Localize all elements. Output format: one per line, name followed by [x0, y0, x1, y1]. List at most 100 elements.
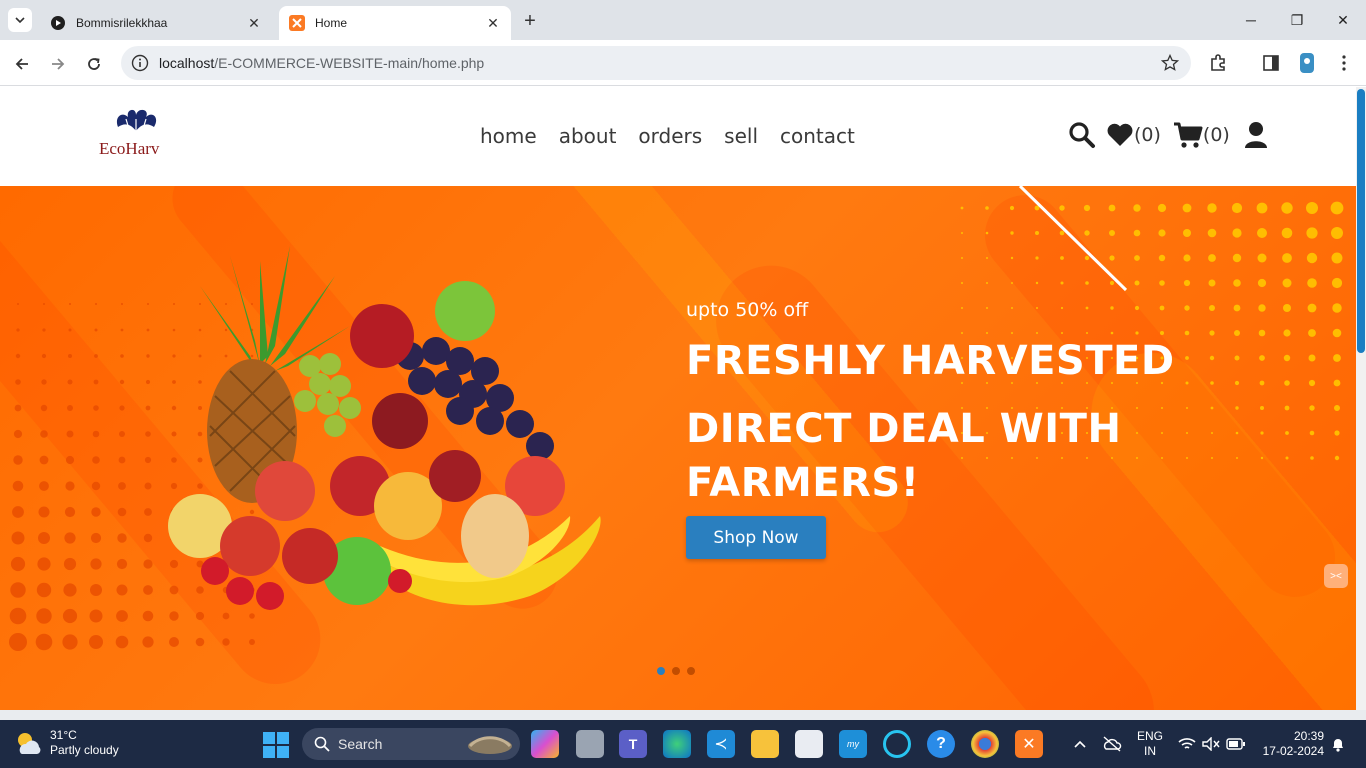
volume-muted-icon[interactable]: [1202, 737, 1220, 751]
reload-icon: [88, 58, 100, 70]
close-window-button[interactable]: ✕: [1320, 6, 1366, 34]
lang-line2: IN: [1144, 744, 1156, 758]
help-app-icon[interactable]: ?: [927, 730, 955, 758]
reload-button[interactable]: [80, 50, 108, 78]
carousel-dot[interactable]: [672, 667, 680, 675]
github-icon: [51, 16, 65, 30]
partly-cloudy-icon: [18, 733, 41, 754]
account-button[interactable]: [1244, 121, 1268, 149]
forward-arrow-icon: [52, 58, 65, 70]
search-icon: [1069, 122, 1095, 148]
vscode-app-icon[interactable]: ≺: [707, 730, 735, 758]
tab-home[interactable]: Home ✕: [279, 6, 511, 40]
weather-temperature: 31°C: [50, 728, 77, 742]
nav-contact[interactable]: contact: [780, 124, 855, 148]
extensions-icon[interactable]: [1207, 52, 1229, 74]
lang-line1: ENG: [1136, 729, 1163, 743]
window-bottom-edge: [0, 710, 1366, 720]
xampp-icon: [289, 15, 305, 31]
address-bar[interactable]: localhost/E-COMMERCE-WEBSITE-main/home.p…: [121, 46, 1191, 80]
wifi-icon[interactable]: [1178, 737, 1196, 751]
new-tab-button[interactable]: +: [518, 9, 542, 33]
tab-title: Home: [315, 16, 348, 30]
windows-start-icon[interactable]: [263, 732, 289, 758]
side-panel-icon[interactable]: [1260, 52, 1282, 74]
forward-button[interactable]: [44, 50, 72, 78]
scrollbar-thumb[interactable]: [1357, 89, 1365, 353]
floating-widget-icon[interactable]: ><: [1324, 564, 1348, 588]
hero-heading-1: FRESHLY HARVESTED: [686, 338, 1175, 384]
browser-toolbar: localhost/E-COMMERCE-WEBSITE-main/home.p…: [0, 40, 1366, 86]
clock-time: 20:39: [1293, 729, 1324, 743]
fruit-basket-image: [168, 246, 601, 610]
tab-strip: Bommisrilekkhaa ✕ Home ✕ + ─ ❐ ✕: [0, 0, 1366, 40]
close-tab-icon[interactable]: ✕: [246, 15, 262, 31]
nav-orders[interactable]: orders: [638, 124, 702, 148]
nav-about[interactable]: about: [559, 124, 617, 148]
clock-date: 17-02-2024: [1262, 744, 1324, 758]
site-header: EcoHarv home about orders sell contact (…: [0, 87, 1356, 186]
weather-widget[interactable]: 31°C Partly cloudy: [14, 728, 119, 758]
teams-app-icon[interactable]: T: [619, 730, 647, 758]
xampp-app-icon[interactable]: ✕: [1015, 730, 1043, 758]
myhp-app-icon[interactable]: my: [839, 730, 867, 758]
bookmark-star-icon[interactable]: [1161, 54, 1179, 72]
maximize-button[interactable]: ❐: [1274, 6, 1320, 34]
puzzle-icon: [1211, 54, 1225, 71]
search-highlight-icon: [468, 736, 512, 754]
cart-icon: [1173, 122, 1203, 148]
wishlist-count: (0): [1134, 124, 1161, 146]
task-view-icon[interactable]: [576, 730, 604, 758]
back-arrow-icon: [15, 58, 28, 70]
page-scrollbar[interactable]: [1356, 87, 1366, 710]
sidebar-icon: [1263, 55, 1279, 71]
nav-sell[interactable]: sell: [724, 124, 758, 148]
minimize-button[interactable]: ─: [1228, 6, 1274, 34]
nav-home[interactable]: home: [480, 124, 537, 148]
wishlist-button[interactable]: (0): [1106, 122, 1161, 148]
copilot-app-icon[interactable]: [531, 730, 559, 758]
tab-bommisrilekkhaa[interactable]: Bommisrilekkhaa ✕: [40, 6, 272, 40]
tab-title: Bommisrilekkhaa: [76, 16, 168, 30]
search-icon: [314, 736, 330, 752]
edge-app-icon[interactable]: [663, 730, 691, 758]
page-viewport: EcoHarv home about orders sell contact (…: [0, 87, 1356, 710]
browser-menu-button[interactable]: [1333, 52, 1355, 74]
tab-search-button[interactable]: [8, 8, 32, 32]
notification-bell-icon[interactable]: [1330, 736, 1346, 752]
main-nav: home about orders sell contact: [480, 124, 855, 148]
kebab-menu-icon: [1342, 55, 1346, 71]
logo-text[interactable]: EcoHarv: [99, 139, 159, 159]
weather-description: Partly cloudy: [50, 743, 119, 757]
heart-icon: [1107, 123, 1133, 146]
site-info-icon[interactable]: [131, 54, 149, 72]
carousel-dot[interactable]: [687, 667, 695, 675]
language-indicator[interactable]: ENG IN: [1136, 729, 1164, 759]
hero-tagline: upto 50% off: [686, 299, 809, 321]
taskbar-search[interactable]: Search: [302, 728, 520, 760]
close-tab-icon[interactable]: ✕: [485, 15, 501, 31]
onedrive-offline-icon[interactable]: [1102, 736, 1122, 752]
cart-button[interactable]: (0): [1173, 121, 1230, 149]
hero-heading-2: DIRECT DEAL WITH FARMERS!: [686, 406, 1122, 506]
avatar-icon: [1300, 53, 1314, 73]
url-text: localhost/E-COMMERCE-WEBSITE-main/home.p…: [159, 55, 484, 71]
profile-avatar[interactable]: [1296, 52, 1318, 74]
battery-icon[interactable]: [1226, 738, 1246, 750]
ms-store-icon[interactable]: [795, 730, 823, 758]
system-clock[interactable]: 20:39 17-02-2024: [1256, 729, 1324, 759]
carousel-indicators: [657, 667, 695, 675]
back-button[interactable]: [8, 50, 36, 78]
alexa-app-icon[interactable]: [883, 730, 911, 758]
taskbar: 31°C Partly cloudy Search T ≺ my ? ✕ ENG…: [0, 720, 1366, 768]
search-button[interactable]: [1068, 121, 1096, 149]
url-host: localhost: [159, 55, 215, 71]
chevron-up-icon[interactable]: [1073, 739, 1087, 749]
chrome-app-icon[interactable]: [971, 730, 999, 758]
shop-now-button[interactable]: Shop Now: [686, 516, 826, 559]
hero-banner: upto 50% off FRESHLY HARVESTED DIRECT DE…: [0, 186, 1356, 710]
url-path: /E-COMMERCE-WEBSITE-main/home.php: [214, 55, 485, 71]
carousel-dot[interactable]: [657, 667, 665, 675]
file-explorer-icon[interactable]: [751, 730, 779, 758]
cart-count: (0): [1202, 124, 1230, 146]
